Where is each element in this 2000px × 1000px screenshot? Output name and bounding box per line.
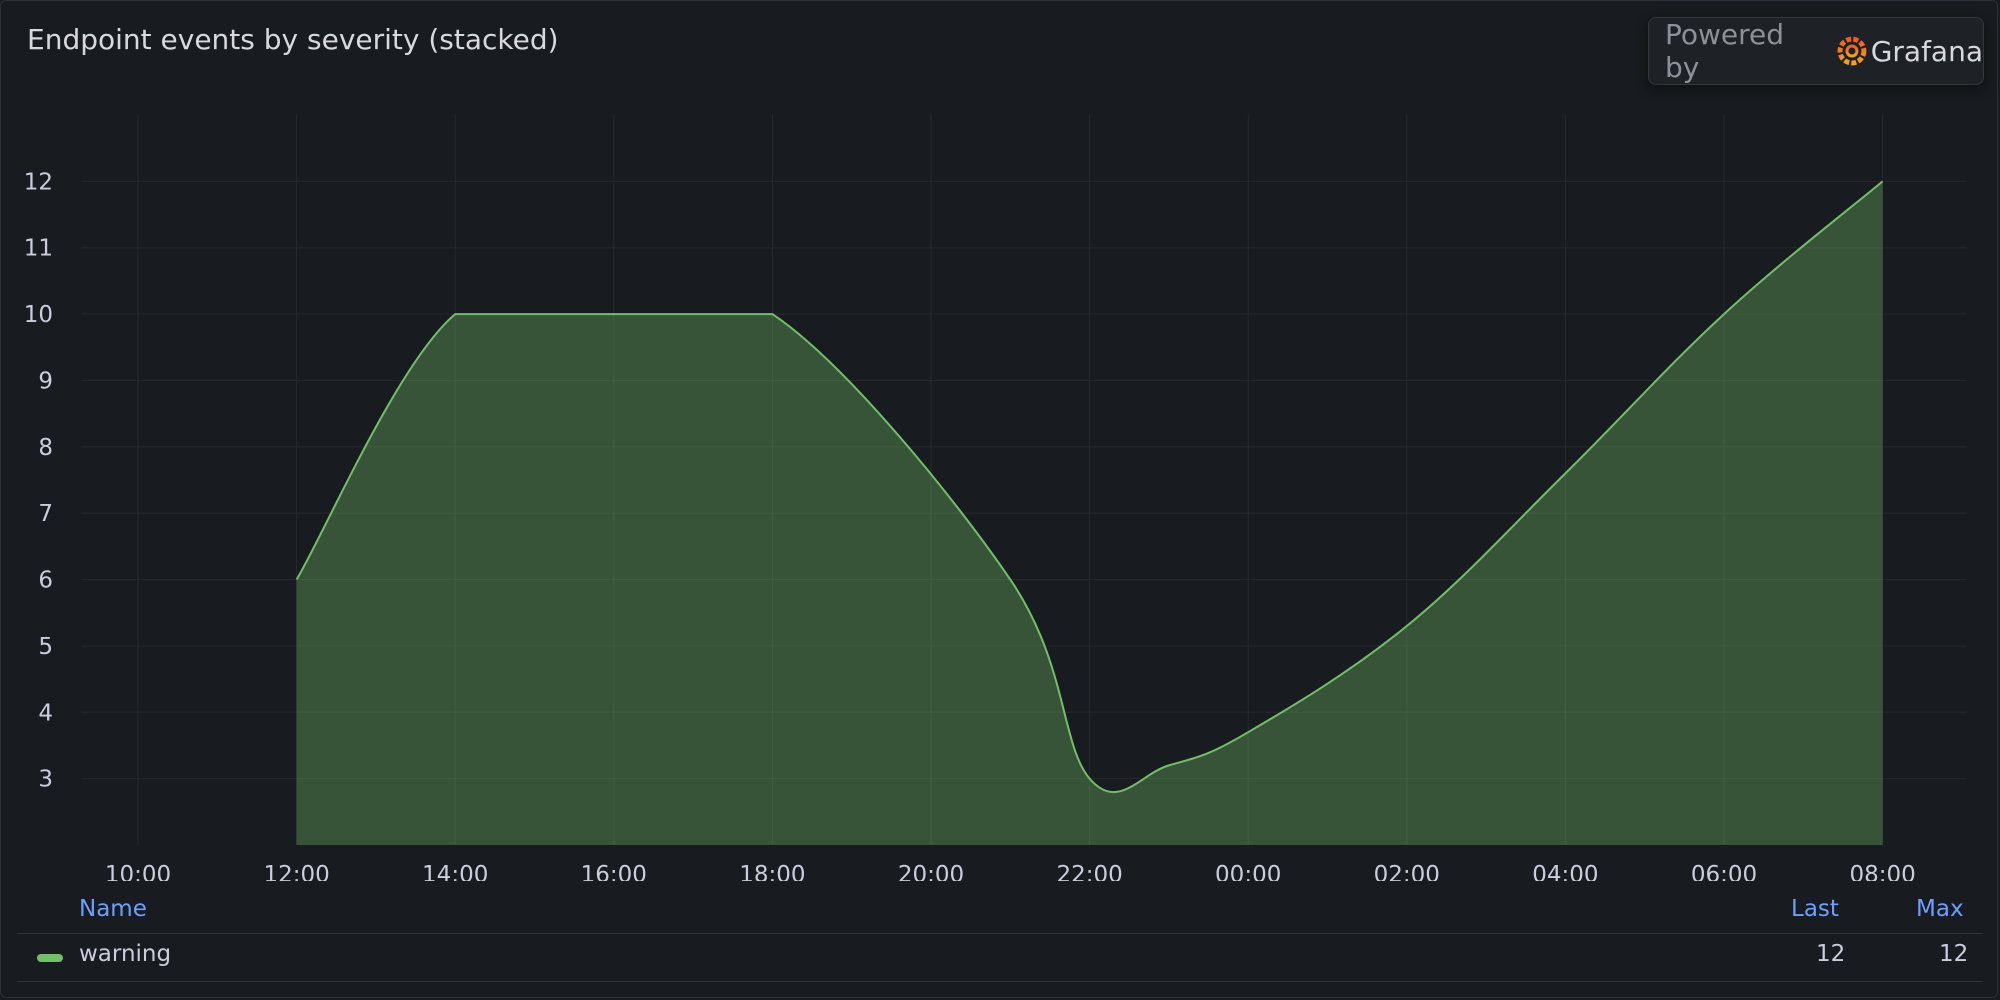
legend-header-last[interactable]: Last	[1791, 896, 1839, 922]
x-tick-label: 18:00	[739, 862, 805, 881]
legend-divider-bottom	[17, 981, 1983, 982]
y-tick-label: 5	[38, 634, 53, 660]
legend-max-value: 12	[1939, 941, 1969, 967]
x-tick-label: 04:00	[1532, 862, 1598, 881]
x-tick-label: 20:00	[898, 862, 964, 881]
x-tick-label: 22:00	[1056, 862, 1122, 881]
series-color-swatch[interactable]	[37, 954, 63, 962]
y-tick-label: 3	[38, 767, 53, 793]
y-tick-label: 7	[38, 501, 53, 527]
x-tick-label: 06:00	[1691, 862, 1757, 881]
x-tick-label: 12:00	[263, 862, 329, 881]
chart-panel: Endpoint events by severity (stacked) Po…	[0, 0, 1998, 998]
x-tick-label: 02:00	[1374, 862, 1440, 881]
y-tick-label: 6	[38, 568, 53, 594]
y-tick-label: 10	[24, 302, 53, 328]
legend-header-max[interactable]: Max	[1916, 896, 1964, 922]
y-tick-label: 12	[24, 169, 53, 195]
y-tick-label: 8	[38, 435, 53, 461]
x-tick-label: 10:00	[105, 862, 171, 881]
x-tick-label: 14:00	[422, 862, 488, 881]
y-tick-label: 9	[38, 368, 53, 394]
legend-header-name[interactable]: Name	[79, 896, 147, 922]
y-tick-label: 4	[38, 700, 53, 726]
legend-series-name[interactable]: warning	[79, 941, 171, 967]
legend-last-value: 12	[1816, 941, 1846, 967]
y-tick-label: 11	[24, 236, 53, 262]
x-tick-label: 00:00	[1215, 862, 1281, 881]
legend-divider	[17, 933, 1983, 934]
time-series-chart[interactable]: 3 4 5 6 7 8 9 10 11 12 10:00 12:00 14:00 16:00 18:00 20…	[1, 1, 1999, 881]
x-tick-label: 16:00	[581, 862, 647, 881]
x-tick-label: 08:00	[1849, 862, 1915, 881]
